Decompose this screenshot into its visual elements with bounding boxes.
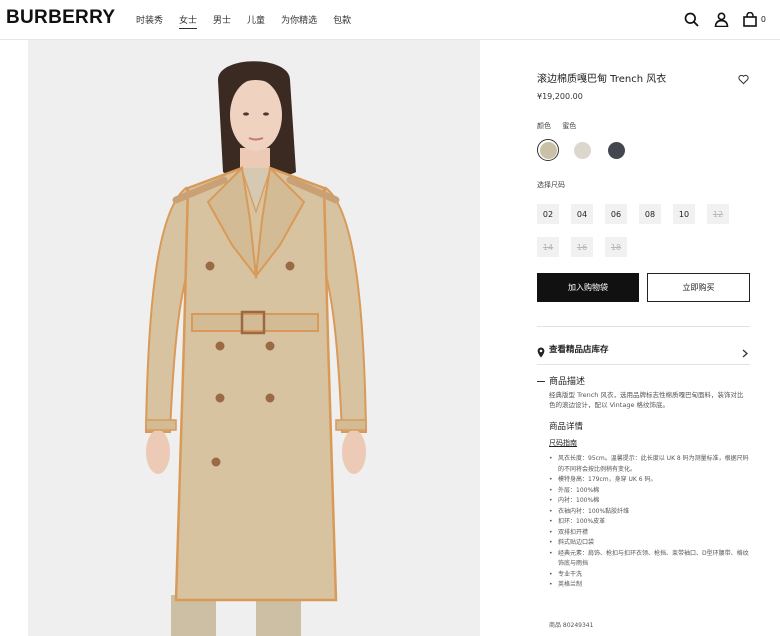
size-option[interactable]: 08 [639,204,661,224]
heart-icon[interactable] [738,70,750,85]
size-option-unavailable: 12 [707,204,729,224]
shopping-bag-icon [743,11,757,27]
divider [537,326,750,327]
selected-colour-name: 蜜色 [562,122,577,130]
store-stock-link[interactable]: 查看精品店库存 [537,342,750,358]
list-item: 风衣长度：95cm。温馨提示：此长度以 UK 8 码为测量标准，根据尺码的不同将… [549,454,750,475]
list-item: 外层：100%棉 [549,486,750,497]
colour-swatch-honey-fill [539,141,557,159]
nav-item-runway[interactable]: 时装秀 [136,13,163,29]
product-price: ¥19,200.00 [537,92,583,101]
colour-swatch-navy-fill [607,141,625,159]
size-option[interactable]: 04 [571,204,593,224]
nav-item-bags[interactable]: 包款 [333,13,351,29]
description-section-toggle[interactable]: 商品描述 [537,374,585,387]
list-item: 双排扣开襟 [549,528,750,539]
colour-swatch-stone[interactable] [571,139,593,161]
list-item: 斜式贴边口袋 [549,538,750,549]
colour-label: 颜色 蜜色 [537,121,585,131]
product-title: 滚边棉质嘎巴甸 Trench 风衣 [537,74,667,85]
size-option[interactable]: 02 [537,204,559,224]
store-stock-label: 查看精品店库存 [549,345,609,355]
size-option-unavailable: 14 [537,237,559,257]
minus-icon [537,381,545,382]
size-label: 选择尺码 [537,181,565,189]
size-option[interactable]: 06 [605,204,627,224]
add-to-cart-button[interactable]: 加入购物袋 [537,273,639,302]
size-guide-link[interactable]: 尺码指南 [549,438,577,448]
location-pin-icon [537,343,545,362]
product-image [28,40,480,636]
cart-count: 0 [760,14,766,24]
product-info-panel: 滚边棉质嘎巴甸 Trench 风衣 ¥19,200.00 颜色 蜜色 选择尺码 … [537,40,750,636]
nav-item-men[interactable]: 男士 [213,13,231,29]
description-text: 经典版型 Trench 风衣，选用品牌标志性棉质嘎巴甸面料，装饰对比色的滚边设计… [549,391,744,409]
colour-swatch-honey[interactable] [537,139,559,161]
search-icon[interactable] [683,10,701,28]
details-title: 商品详情 [549,422,584,432]
nav-item-children[interactable]: 儿童 [247,13,265,29]
list-item: 专业干洗 [549,570,750,581]
size-option[interactable]: 10 [673,204,695,224]
site-header: BURBERRY 时装秀 女士 男士 儿童 为你精选 包款 0 [0,0,780,40]
size-option-unavailable: 18 [605,237,627,257]
details-list: 风衣长度：95cm。温馨提示：此长度以 UK 8 码为测量标准，根据尺码的不同将… [549,454,750,591]
size-option-unavailable: 16 [571,237,593,257]
colour-swatch-navy[interactable] [605,139,627,161]
brand-logo[interactable]: BURBERRY [6,7,115,29]
divider [537,364,750,365]
buy-now-button[interactable]: 立即购买 [647,273,750,302]
list-item: 英格兰制 [549,580,750,591]
user-icon[interactable] [713,10,731,28]
list-item: 扣环：100%皮革 [549,517,750,528]
list-item: 衣袖内衬：100%黏胶纤维 [549,507,750,518]
list-item: 模特身高：179cm，身穿 UK 6 码。 [549,475,750,486]
description-title: 商品描述 [549,377,586,387]
chevron-right-icon [742,343,748,362]
nav-item-women[interactable]: 女士 [179,13,198,29]
colour-label-text: 颜色 [537,122,551,130]
list-item: 内衬：100%棉 [549,496,750,507]
nav-item-gifts[interactable]: 为你精选 [281,13,317,29]
colour-swatch-stone-fill [573,141,591,159]
list-item: 经典元素：肩饰、枪扣与扣环衣领、枪挡、束带袖口、D型环腰带、格纹饰底与雨挡 [549,549,750,570]
product-code: 商品 80249341 [549,622,594,629]
main-nav: 时装秀 女士 男士 儿童 为你精选 包款 [136,13,367,29]
cart-link[interactable]: 0 [743,11,766,27]
header-actions: 0 [671,10,766,28]
